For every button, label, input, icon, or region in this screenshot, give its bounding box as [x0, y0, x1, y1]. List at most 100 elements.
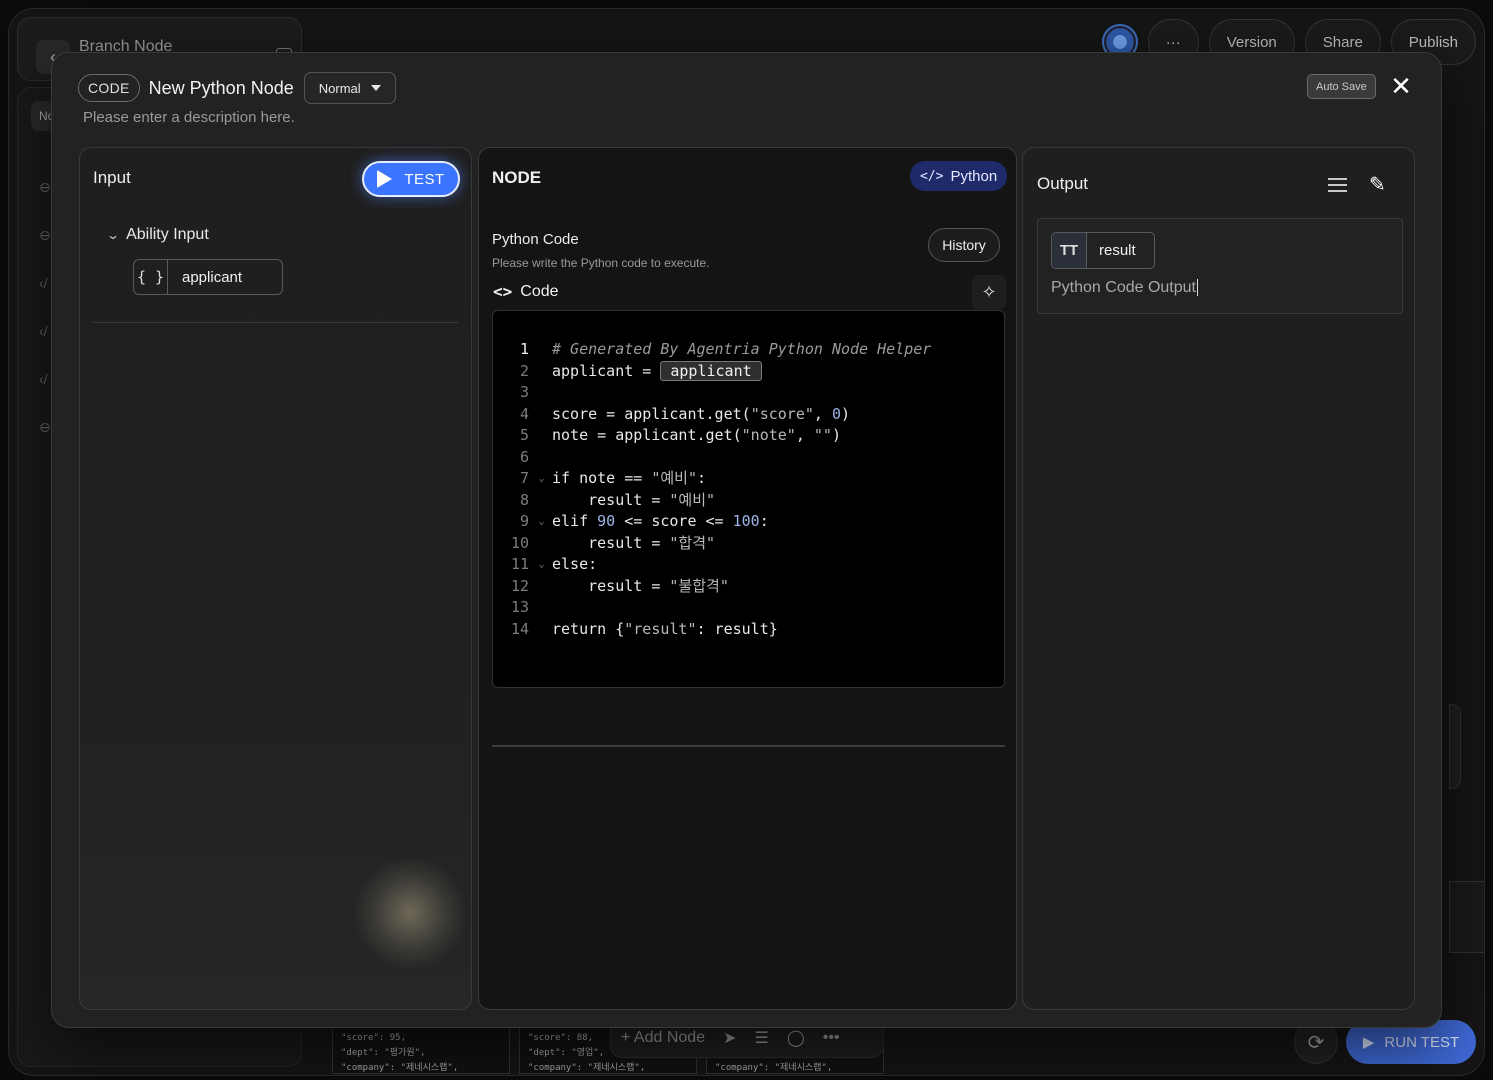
code-line: 9 ⌄ elif 90 <= score <= 100:	[493, 511, 1004, 533]
test-button[interactable]: TEST	[362, 161, 460, 197]
code-text: ,	[813, 404, 832, 423]
menu-icon[interactable]	[1328, 177, 1347, 192]
line-number: 8	[519, 490, 529, 509]
output-placeholder-text: Python Code Output	[1051, 279, 1196, 296]
code-line: 2 applicant = applicant	[493, 360, 1004, 383]
add-node-button[interactable]: + Add Node	[621, 1029, 705, 1047]
code-line: 7 ⌄ if note == "예비":	[493, 468, 1004, 490]
ability-input-label: Ability Input	[126, 226, 209, 243]
fold-chevron-icon[interactable]: ⌄	[531, 554, 552, 576]
card-line: "company": "제네시스랩",	[528, 1063, 646, 1073]
run-test-label: RUN TEST	[1384, 1033, 1460, 1051]
code-label-text: Code	[520, 282, 559, 300]
fold-marker	[531, 533, 552, 555]
code-text: else:	[552, 555, 598, 573]
input-variable-name: applicant	[182, 268, 243, 286]
code-text: applicant =	[552, 361, 661, 380]
edit-icon[interactable]: ✎	[1369, 172, 1386, 197]
code-text: return {	[552, 619, 625, 638]
code-text: : result}	[696, 619, 778, 638]
output-variable-name: result	[1099, 242, 1136, 259]
ability-input-group[interactable]: ⌄ Ability Input	[106, 226, 209, 244]
chevron-down-icon[interactable]: ⌄	[106, 228, 120, 242]
cursor-icon[interactable]: ➤	[723, 1028, 736, 1048]
card-line: "company": "제네시스랩",	[715, 1063, 833, 1073]
play-icon: ▶	[1362, 1034, 1375, 1051]
code-line: 12 result = "불합격"	[493, 576, 1004, 598]
section-subtitle: Please write the Python code to execute.	[492, 256, 710, 270]
output-variable-box: TT result Python Code Output	[1037, 218, 1403, 314]
line-number: 1	[519, 340, 529, 358]
code-string: "result"	[624, 619, 697, 638]
line-number: 7	[519, 469, 529, 487]
line-number: 14	[510, 619, 529, 638]
output-variable-chip[interactable]: TT result	[1051, 232, 1155, 269]
line-number: 2	[519, 361, 529, 380]
code-label: <> Code	[493, 282, 559, 301]
fold-marker	[531, 490, 552, 512]
input-panel-title: Input	[93, 168, 131, 187]
card-line: "score": 95,	[341, 1033, 407, 1043]
test-button-label: TEST	[404, 170, 445, 188]
code-string: ""	[813, 426, 832, 444]
card-line: "dept": "평가원",	[341, 1048, 426, 1058]
note-icon[interactable]: ☰	[754, 1028, 768, 1048]
code-line: 6	[493, 447, 1004, 469]
sparkle-icon[interactable]: ✧	[972, 275, 1006, 309]
fold-marker	[531, 404, 552, 426]
history-button[interactable]: History	[928, 228, 1000, 262]
code-string: "note"	[741, 426, 796, 444]
text-type-icon: TT	[1052, 233, 1087, 268]
chevron-down-icon	[370, 85, 381, 91]
language-badge[interactable]: </> Python	[910, 161, 1008, 191]
code-line: 10 result = "합격"	[493, 533, 1004, 555]
close-icon[interactable]: ✕	[1389, 73, 1413, 99]
text-cursor	[1196, 279, 1198, 297]
code-string: "예비"	[669, 490, 716, 509]
node-title[interactable]: New Python Node	[149, 78, 294, 99]
input-panel: Input TEST ⌄ Ability Input { } applicant	[79, 147, 472, 1010]
code-line: 14 return {"result": result}	[493, 619, 1004, 641]
node-editor-modal: CODE New Python Node Normal Please enter…	[51, 52, 1442, 1028]
fold-chevron-icon[interactable]: ⌄	[531, 511, 552, 533]
fold-chevron-icon[interactable]: ⌄	[531, 468, 552, 490]
code-line: 13	[493, 597, 1004, 619]
section-title: Python Code	[492, 231, 579, 248]
code-string: "합격"	[669, 533, 716, 552]
input-variable-chip[interactable]: { } applicant	[133, 259, 283, 295]
code-text: <= score <=	[615, 512, 733, 530]
auto-save-badge[interactable]: Auto Save	[1307, 74, 1376, 99]
mode-select[interactable]: Normal	[303, 72, 396, 104]
output-description-input[interactable]: Python Code Output	[1051, 279, 1198, 297]
language-label: Python	[950, 167, 998, 185]
code-text: )	[831, 426, 841, 444]
line-number: 12	[510, 576, 529, 595]
code-number: 0	[831, 404, 841, 423]
code-number: 90	[597, 512, 616, 530]
code-line: 4 score = applicant.get("score", 0)	[493, 404, 1004, 426]
code-text: result =	[552, 576, 670, 595]
more-icon[interactable]: •••	[823, 1029, 840, 1047]
code-text: if note ==	[552, 469, 652, 487]
background-canvas-node	[1449, 881, 1484, 953]
code-line: 3	[493, 382, 1004, 404]
code-number: 100	[732, 512, 760, 530]
divider	[93, 322, 458, 323]
code-text: note = applicant.get(	[552, 426, 742, 444]
comment-icon[interactable]: ◯	[787, 1028, 805, 1048]
description-field[interactable]: Please enter a description here.	[83, 109, 295, 126]
line-number: 5	[519, 426, 529, 444]
node-panel: NODE </> Python Python Code Please write…	[478, 147, 1017, 1010]
code-variable-token[interactable]: applicant	[660, 360, 762, 381]
code-text: result =	[552, 490, 670, 509]
code-editor[interactable]: 1 # Generated By Agentria Python Node Hel…	[492, 310, 1005, 688]
mode-value: Normal	[318, 80, 361, 96]
line-number: 10	[510, 533, 529, 552]
divider	[492, 745, 1005, 747]
code-string: "score"	[750, 404, 814, 423]
node-panel-title: NODE	[492, 168, 542, 187]
code-string: "불합격"	[669, 576, 729, 595]
line-number: 6	[519, 447, 529, 466]
output-panel: Output ✎ TT result Python Code Output	[1022, 147, 1415, 1010]
code-line: 11 ⌄ else:	[493, 554, 1004, 576]
